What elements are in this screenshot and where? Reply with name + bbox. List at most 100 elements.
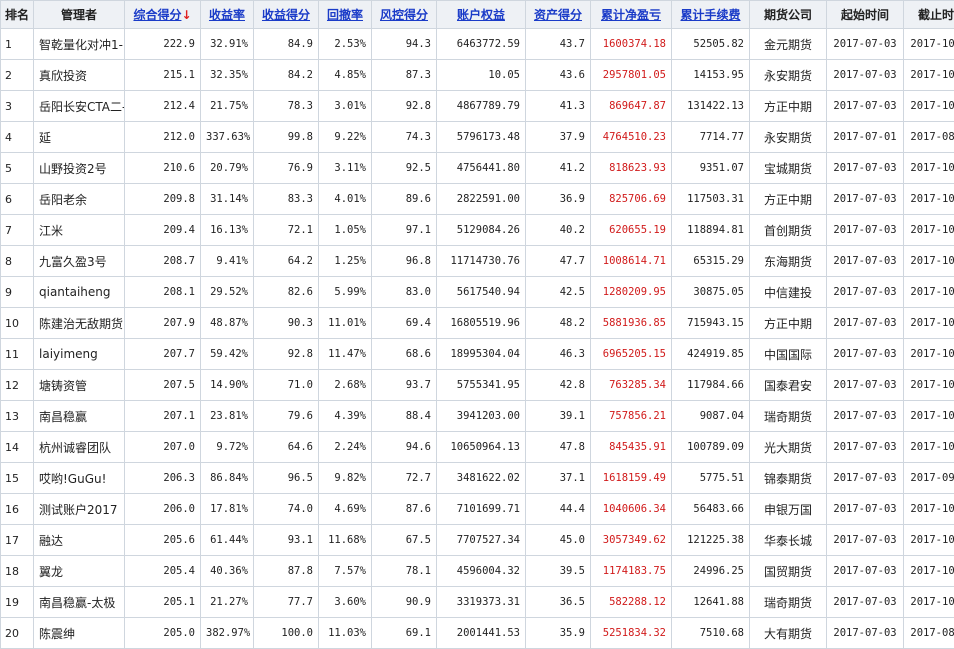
cell-account-equity: 4596004.32 (437, 556, 526, 587)
cell-asset-score: 45.0 (526, 525, 591, 556)
cell-return-score: 64.6 (254, 432, 319, 463)
cell-end-date: 2017-10-16 (904, 587, 954, 618)
cell-start-date: 2017-07-03 (827, 370, 904, 401)
cell-start-date: 2017-07-03 (827, 463, 904, 494)
cell-end-date: 2017-08-28 (904, 122, 954, 153)
cell-return-score: 96.5 (254, 463, 319, 494)
cell-rank: 14 (1, 432, 34, 463)
cell-drawdown-rate: 7.57% (319, 556, 372, 587)
cell-risk-score: 69.1 (372, 618, 437, 649)
cell-manager: 延 (34, 122, 125, 153)
cell-end-date: 2017-10-16 (904, 556, 954, 587)
cell-return-rate: 20.79% (201, 153, 254, 184)
header-return-rate[interactable]: 收益率 (201, 1, 254, 29)
cell-risk-score: 67.5 (372, 525, 437, 556)
header-composite-score[interactable]: 综合得分↓ (125, 1, 201, 29)
cell-cumulative-net-pnl: 4764510.23 (591, 122, 672, 153)
cell-end-date: 2017-10-16 (904, 29, 954, 60)
sort-link-composite-score[interactable]: 综合得分 (133, 8, 181, 22)
cell-asset-score: 47.8 (526, 432, 591, 463)
sort-link-drawdown-rate[interactable]: 回撤率 (327, 8, 363, 22)
table-row: 6岳阳老余209.831.14%83.34.01%89.62822591.003… (1, 184, 954, 215)
cell-composite-score: 222.9 (125, 29, 201, 60)
cell-asset-score: 42.8 (526, 370, 591, 401)
cell-composite-score: 212.0 (125, 122, 201, 153)
cell-drawdown-rate: 2.24% (319, 432, 372, 463)
cell-return-score: 76.9 (254, 153, 319, 184)
cell-drawdown-rate: 11.68% (319, 525, 372, 556)
cell-account-equity: 4756441.80 (437, 153, 526, 184)
cell-manager: 融达 (34, 525, 125, 556)
cell-return-score: 83.3 (254, 184, 319, 215)
cell-futures-company: 大有期货 (750, 618, 827, 649)
cell-risk-score: 69.4 (372, 308, 437, 339)
cell-manager: laiyimeng (34, 339, 125, 370)
header-account-equity[interactable]: 账户权益 (437, 1, 526, 29)
cell-start-date: 2017-07-03 (827, 29, 904, 60)
cell-drawdown-rate: 1.25% (319, 246, 372, 277)
cell-cumulative-fees: 121225.38 (672, 525, 750, 556)
cell-drawdown-rate: 1.05% (319, 215, 372, 246)
cell-return-score: 77.7 (254, 587, 319, 618)
cell-asset-score: 46.3 (526, 339, 591, 370)
cell-cumulative-net-pnl: 818623.93 (591, 153, 672, 184)
cell-composite-score: 206.0 (125, 494, 201, 525)
cell-return-score: 64.2 (254, 246, 319, 277)
header-risk-score[interactable]: 风控得分 (372, 1, 437, 29)
cell-cumulative-fees: 9087.04 (672, 401, 750, 432)
cell-risk-score: 87.3 (372, 60, 437, 91)
header-asset-score[interactable]: 资产得分 (526, 1, 591, 29)
cell-futures-company: 东海期货 (750, 246, 827, 277)
cell-account-equity: 10650964.13 (437, 432, 526, 463)
sort-link-risk-score[interactable]: 风控得分 (380, 8, 428, 22)
cell-rank: 16 (1, 494, 34, 525)
table-row: 9qiantaiheng208.129.52%82.65.99%83.05617… (1, 277, 954, 308)
header-cumulative-net-pnl[interactable]: 累计净盈亏 (591, 1, 672, 29)
cell-cumulative-net-pnl: 1174183.75 (591, 556, 672, 587)
cell-start-date: 2017-07-03 (827, 277, 904, 308)
cell-start-date: 2017-07-03 (827, 618, 904, 649)
cell-composite-score: 212.4 (125, 91, 201, 122)
cell-futures-company: 宝城期货 (750, 153, 827, 184)
cell-asset-score: 39.1 (526, 401, 591, 432)
cell-rank: 2 (1, 60, 34, 91)
table-row: 12塘铸资管207.514.90%71.02.68%93.75755341.95… (1, 370, 954, 401)
table-row: 5山野投资2号210.620.79%76.93.11%92.54756441.8… (1, 153, 954, 184)
header-return-score[interactable]: 收益得分 (254, 1, 319, 29)
cell-return-rate: 32.91% (201, 29, 254, 60)
cell-end-date: 2017-10-16 (904, 91, 954, 122)
header-cumulative-fees[interactable]: 累计手续费 (672, 1, 750, 29)
cell-account-equity: 4867789.79 (437, 91, 526, 122)
cell-futures-company: 方正中期 (750, 91, 827, 122)
cell-futures-company: 瑞奇期货 (750, 587, 827, 618)
cell-rank: 6 (1, 184, 34, 215)
cell-asset-score: 41.3 (526, 91, 591, 122)
cell-start-date: 2017-07-03 (827, 308, 904, 339)
cell-start-date: 2017-07-03 (827, 587, 904, 618)
cell-futures-company: 瑞奇期货 (750, 401, 827, 432)
cell-manager: 翼龙 (34, 556, 125, 587)
sort-link-asset-score[interactable]: 资产得分 (534, 8, 582, 22)
cell-end-date: 2017-10-16 (904, 215, 954, 246)
cell-return-score: 82.6 (254, 277, 319, 308)
cell-asset-score: 44.4 (526, 494, 591, 525)
cell-drawdown-rate: 4.39% (319, 401, 372, 432)
cell-return-score: 79.6 (254, 401, 319, 432)
cell-return-rate: 21.75% (201, 91, 254, 122)
sort-link-return-score[interactable]: 收益得分 (262, 8, 310, 22)
sort-link-cumulative-fees[interactable]: 累计手续费 (680, 8, 740, 22)
header-drawdown-rate[interactable]: 回撤率 (319, 1, 372, 29)
cell-return-score: 72.1 (254, 215, 319, 246)
cell-rank: 11 (1, 339, 34, 370)
cell-risk-score: 94.3 (372, 29, 437, 60)
cell-return-rate: 17.81% (201, 494, 254, 525)
sort-link-return-rate[interactable]: 收益率 (209, 8, 245, 22)
cell-end-date: 2017-09-22 (904, 463, 954, 494)
sort-link-account-equity[interactable]: 账户权益 (457, 8, 505, 22)
cell-manager: 南昌稳赢 (34, 401, 125, 432)
sort-link-cumulative-net-pnl[interactable]: 累计净盈亏 (601, 8, 661, 22)
cell-asset-score: 36.5 (526, 587, 591, 618)
cell-drawdown-rate: 11.03% (319, 618, 372, 649)
cell-risk-score: 93.7 (372, 370, 437, 401)
cell-manager: 南昌稳赢-太极 (34, 587, 125, 618)
